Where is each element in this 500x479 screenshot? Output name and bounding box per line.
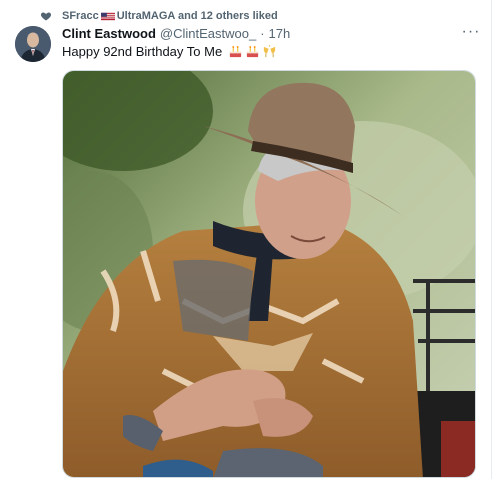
tweet-card[interactable]: SFracc UltraMAGA and 12 others liked Cli… (0, 0, 500, 479)
photo-illustration (63, 71, 475, 477)
tweet-body: Happy 92nd Birthday To Me (62, 44, 223, 59)
social-context[interactable]: SFracc UltraMAGA and 12 others liked (40, 8, 278, 24)
liked-summary: UltraMAGA and 12 others liked (116, 10, 278, 22)
tweet-photo[interactable] (62, 70, 476, 478)
timeline-divider (491, 0, 492, 479)
timestamp[interactable]: 17h (269, 26, 291, 41)
birthday-cake-icon (230, 46, 242, 58)
tweet-header: Clint Eastwood @ClintEastwoo_ · 17h (62, 26, 290, 41)
author-handle[interactable]: @ClintEastwoo_ (160, 26, 256, 41)
more-options-icon[interactable]: ··· (460, 24, 482, 42)
separator: · (260, 26, 265, 41)
us-flag-icon (100, 12, 115, 20)
birthday-cake-icon (247, 46, 259, 58)
clinking-glasses-icon (264, 45, 276, 58)
author-name[interactable]: Clint Eastwood (62, 26, 156, 41)
heart-icon (40, 12, 52, 21)
liker-name[interactable]: SFracc (62, 10, 99, 22)
author-avatar[interactable] (15, 26, 51, 62)
tweet-text: Happy 92nd Birthday To Me (62, 44, 277, 59)
